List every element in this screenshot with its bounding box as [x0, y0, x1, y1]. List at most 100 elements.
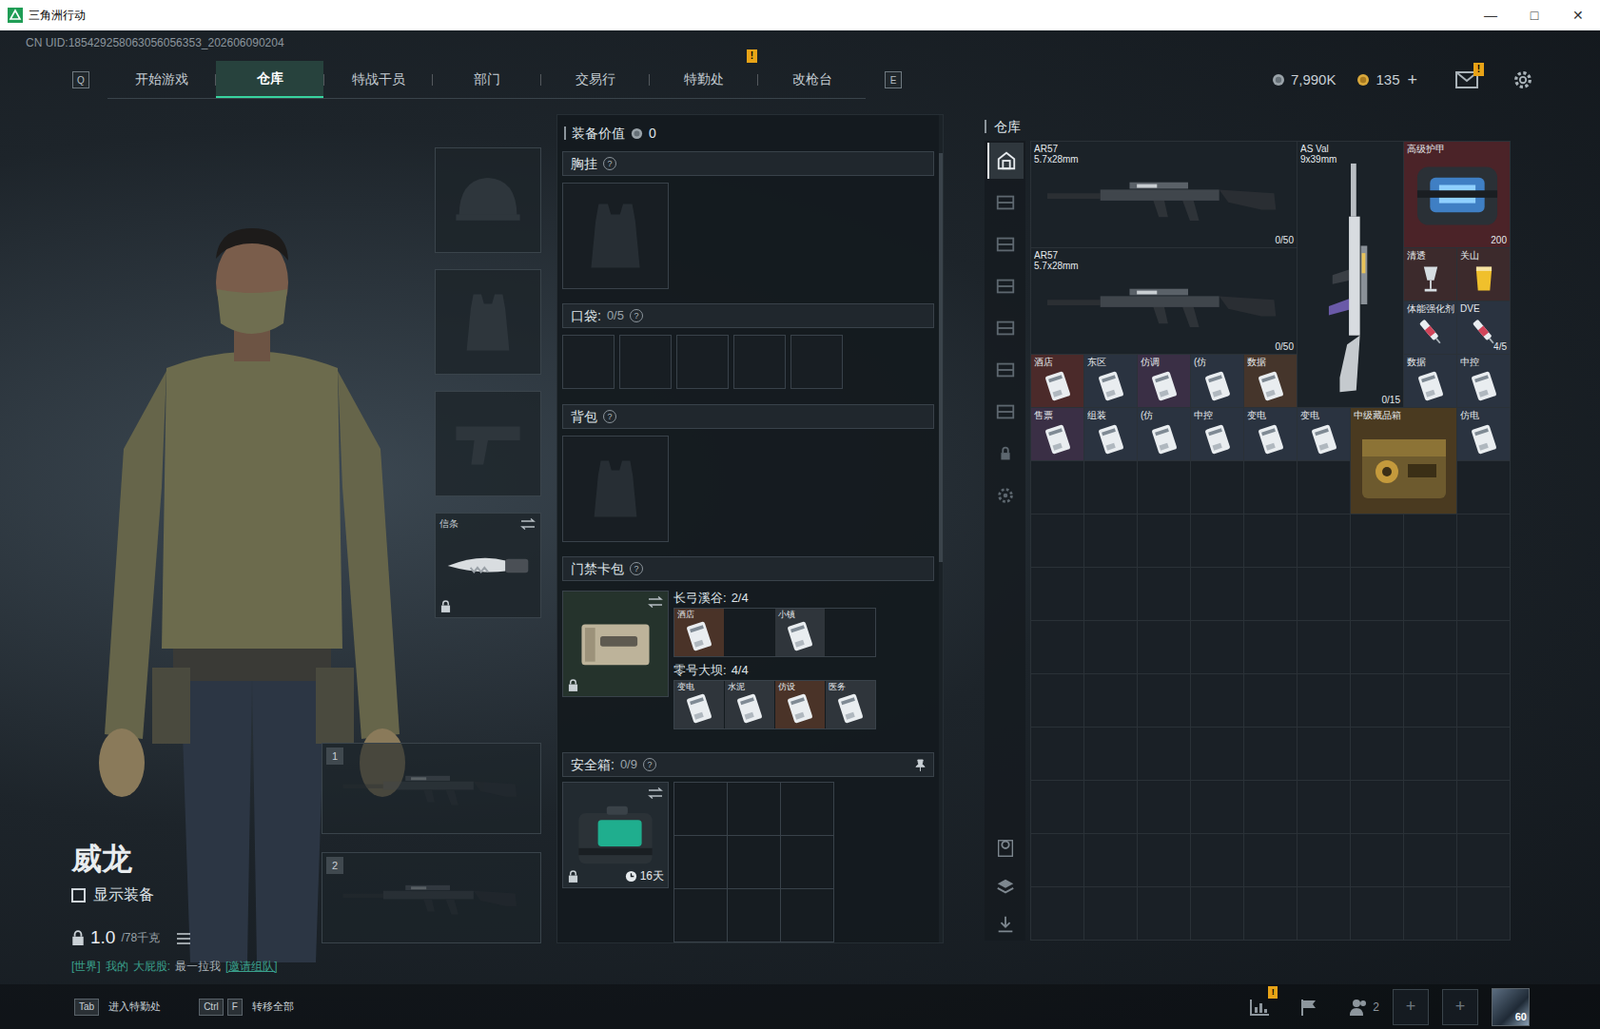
warehouse-item[interactable]: 变电 [1297, 408, 1350, 461]
show-gear-checkbox[interactable] [71, 888, 86, 903]
weight-list-icon[interactable] [176, 933, 191, 945]
prev-tab-key[interactable]: Q [72, 71, 90, 89]
keycard-slot[interactable]: 小镇 [775, 608, 825, 657]
nav-tab[interactable]: 部门 [432, 60, 541, 98]
safebox-cell[interactable] [780, 836, 835, 890]
safebox-cell[interactable] [727, 889, 781, 943]
transfer-icon[interactable] [995, 914, 1016, 936]
safebox-cell[interactable] [727, 782, 781, 837]
stats-button[interactable]: ! [1248, 997, 1270, 1017]
warehouse-item[interactable]: (仿 [1137, 408, 1191, 461]
shortcut-hint[interactable]: CtrlF转移全部 [198, 998, 294, 1016]
maximize-button[interactable]: □ [1512, 0, 1557, 31]
close-button[interactable]: ✕ [1556, 0, 1600, 31]
pocket-slot[interactable] [676, 334, 729, 390]
warehouse-item[interactable]: 中级藏品箱 [1350, 408, 1457, 514]
safebox-cell[interactable] [727, 836, 781, 890]
weapon-slot[interactable]: 1 [321, 742, 542, 835]
help-icon[interactable]: ? [603, 156, 617, 171]
operator-storage-icon[interactable] [995, 838, 1016, 859]
nav-tab[interactable]: 开始游戏 [107, 60, 215, 98]
safebox-slot[interactable]: 16天 [562, 781, 669, 889]
warehouse-item[interactable]: 关山 [1457, 248, 1510, 301]
player-avatar[interactable]: 60 [1491, 988, 1530, 1027]
equip-slot[interactable] [434, 390, 542, 497]
pocket-slot[interactable] [790, 334, 843, 390]
equip-slot[interactable] [434, 147, 542, 254]
keycard-slot[interactable]: 酒店 [674, 608, 724, 657]
pocket-slot[interactable] [562, 334, 615, 390]
help-icon[interactable]: ? [629, 562, 644, 576]
show-gear-toggle[interactable]: 显示装备 [71, 883, 322, 907]
help-icon[interactable]: ? [643, 758, 657, 772]
pocket-slot[interactable] [733, 334, 786, 390]
warehouse-item[interactable]: 变电 [1244, 408, 1297, 461]
loadout-scrollbar[interactable] [938, 115, 943, 943]
warehouse-item[interactable]: (仿 [1190, 354, 1244, 408]
warehouse-tab[interactable] [987, 268, 1024, 305]
keycard-slot[interactable]: 医务 [825, 681, 876, 729]
backpack-slot[interactable] [562, 435, 669, 543]
warehouse-item[interactable]: 仿电 [1457, 408, 1510, 461]
keycard-slot[interactable]: 仿设 [775, 681, 825, 729]
warehouse-item[interactable]: AR575.7x28mm0/50 [1031, 248, 1297, 354]
warehouse-item[interactable]: 清透 [1404, 248, 1457, 301]
friends-button[interactable]: 2 [1347, 997, 1380, 1017]
keycard-slot[interactable] [724, 608, 775, 657]
minimize-button[interactable]: — [1468, 0, 1513, 31]
swap-icon[interactable] [520, 518, 536, 530]
stack-icon[interactable] [995, 876, 1016, 898]
warehouse-item[interactable]: 东区 [1084, 354, 1137, 408]
nav-tab[interactable]: 特勤处! [649, 60, 758, 98]
help-icon[interactable]: ? [629, 309, 644, 323]
warehouse-item[interactable]: 组装 [1084, 408, 1137, 461]
nav-tab[interactable]: 特战干员 [324, 60, 432, 98]
warehouse-item[interactable]: 售票 [1031, 408, 1084, 461]
keycard-slot[interactable]: 水泥 [724, 681, 775, 729]
warehouse-item[interactable]: 中控 [1190, 408, 1244, 461]
warehouse-tab[interactable] [987, 477, 1024, 514]
warehouse-item[interactable]: 中控 [1457, 354, 1510, 408]
warehouse-item[interactable]: 高级护甲200 [1404, 141, 1510, 248]
weapon-slot[interactable]: 2 [321, 852, 542, 944]
party-slot-button[interactable]: + [1442, 989, 1479, 1026]
invite-team-link[interactable]: [邀请组队] [225, 957, 278, 976]
shortcut-hint[interactable]: Tab进入特勤处 [74, 998, 161, 1016]
party-slot-button[interactable]: + [1392, 989, 1429, 1026]
warehouse-item[interactable]: 数据 [1404, 354, 1457, 408]
mail-button[interactable]: ! [1455, 71, 1479, 89]
warehouse-tab[interactable] [987, 142, 1024, 179]
settings-gear-icon[interactable] [1512, 69, 1534, 91]
warehouse-item[interactable]: AS Val9x39mm0/15 [1297, 141, 1404, 408]
safebox-cell[interactable] [780, 782, 835, 837]
nav-tab[interactable]: 仓库 [215, 60, 324, 98]
warehouse-item[interactable]: 酒店 [1031, 354, 1084, 408]
warehouse-item[interactable]: DVE4/5 [1457, 301, 1510, 354]
keycard-holder-slot[interactable] [562, 590, 669, 698]
warehouse-tab[interactable] [987, 184, 1024, 221]
warehouse-item[interactable]: 仿调 [1137, 354, 1191, 408]
warehouse-item[interactable]: 数据 [1244, 354, 1297, 408]
warehouse-tab[interactable] [987, 226, 1024, 263]
keycard-slot[interactable] [825, 608, 876, 657]
keycard-slot[interactable]: 变电 [674, 681, 724, 729]
flag-icon[interactable] [1298, 997, 1320, 1017]
add-currency-button[interactable]: + [1406, 67, 1418, 94]
equip-slot[interactable] [434, 269, 542, 375]
warehouse-item[interactable]: 体能强化剂 [1404, 301, 1457, 354]
safebox-cell[interactable] [780, 889, 835, 943]
warehouse-tab[interactable] [987, 435, 1024, 472]
pocket-slot[interactable] [619, 334, 672, 390]
safebox-cell[interactable] [674, 889, 728, 943]
chest-rig-slot[interactable] [562, 182, 669, 290]
swap-icon[interactable] [647, 596, 664, 608]
warehouse-tab[interactable] [987, 310, 1024, 347]
swap-icon[interactable] [647, 787, 664, 800]
warehouse-tab[interactable] [987, 351, 1024, 389]
safebox-cell[interactable] [674, 836, 728, 890]
nav-tab[interactable]: 交易行 [541, 60, 649, 98]
safebox-cell[interactable] [674, 782, 728, 837]
help-icon[interactable]: ? [603, 409, 617, 424]
warehouse-item[interactable]: AR575.7x28mm0/50 [1031, 141, 1297, 248]
equip-slot[interactable]: 信条 [434, 512, 542, 619]
